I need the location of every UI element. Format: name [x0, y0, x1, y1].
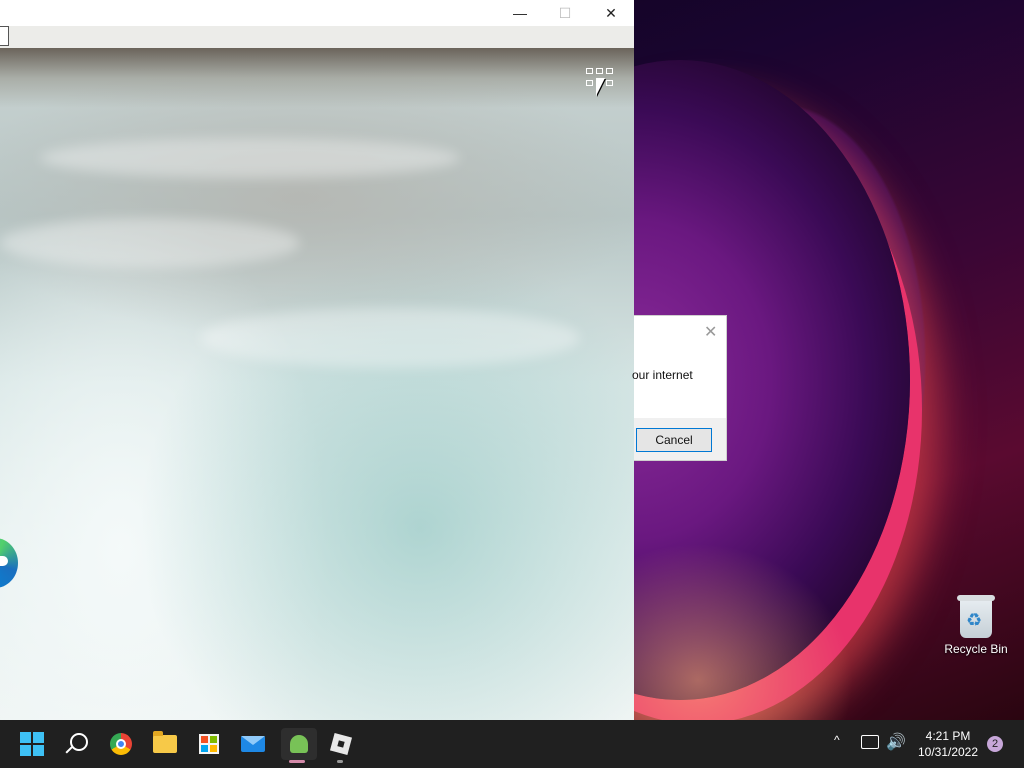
grid-dot	[606, 68, 613, 74]
windows-start-icon[interactable]	[16, 728, 48, 760]
cancel-button[interactable]: Cancel	[636, 428, 712, 452]
maximize-icon[interactable]: ☐	[542, 0, 588, 26]
microsoft-store-icon[interactable]	[193, 728, 225, 760]
notification-badge[interactable]: 2	[987, 736, 1003, 752]
address-field[interactable]	[0, 26, 9, 46]
volume-icon[interactable]: 🔊	[886, 732, 906, 752]
chrome-icon[interactable]	[105, 728, 137, 760]
browser-window[interactable]: — ☐ ✕	[0, 0, 634, 720]
android-subsystem-icon[interactable]	[281, 728, 317, 760]
mail-icon[interactable]	[237, 728, 269, 760]
water-streak	[200, 308, 580, 368]
clock-date: 10/31/2022	[917, 745, 979, 759]
recycle-bin-label: Recycle Bin	[944, 642, 1008, 656]
recycle-bin-icon: ♻	[957, 595, 995, 638]
recycle-bin[interactable]: ♻ Recycle Bin	[940, 595, 1012, 666]
grid-dot	[596, 68, 603, 74]
close-glyph: ✕	[605, 4, 617, 21]
close-icon[interactable]: ✕	[588, 0, 634, 26]
water-streak	[40, 138, 460, 178]
page-background-image	[0, 48, 634, 720]
search-icon[interactable]	[61, 728, 93, 760]
address-bar[interactable]	[0, 26, 634, 49]
water-streak	[0, 218, 300, 268]
file-explorer-icon[interactable]	[149, 728, 181, 760]
dialog-footer: Cancel	[634, 418, 726, 460]
dialog-message: our internet	[632, 368, 693, 382]
clock-time: 4:21 PM	[925, 729, 971, 743]
maximize-glyph: ☐	[558, 4, 572, 21]
minimize-glyph: —	[513, 5, 527, 21]
grid-dot	[586, 68, 593, 74]
active-app-indicator	[289, 760, 305, 763]
taskbar-clock[interactable]: 4:21 PM 10/31/2022	[912, 728, 984, 760]
running-app-indicator	[337, 760, 343, 763]
grid-dot	[586, 79, 593, 86]
network-icon[interactable]	[861, 735, 879, 749]
mouse-cursor-icon	[596, 78, 605, 96]
window-titlebar[interactable]: — ☐ ✕	[0, 0, 634, 27]
minimize-icon[interactable]: —	[497, 0, 543, 26]
network-dialog: ✕ our internet Cancel	[632, 315, 727, 461]
wallpaper-glow	[620, 520, 880, 720]
grid-dot	[606, 79, 613, 86]
roblox-icon[interactable]	[325, 728, 357, 760]
show-hidden-icons-chevron-icon[interactable]: ^	[834, 733, 840, 747]
dialog-close-icon[interactable]: ✕	[704, 322, 717, 342]
